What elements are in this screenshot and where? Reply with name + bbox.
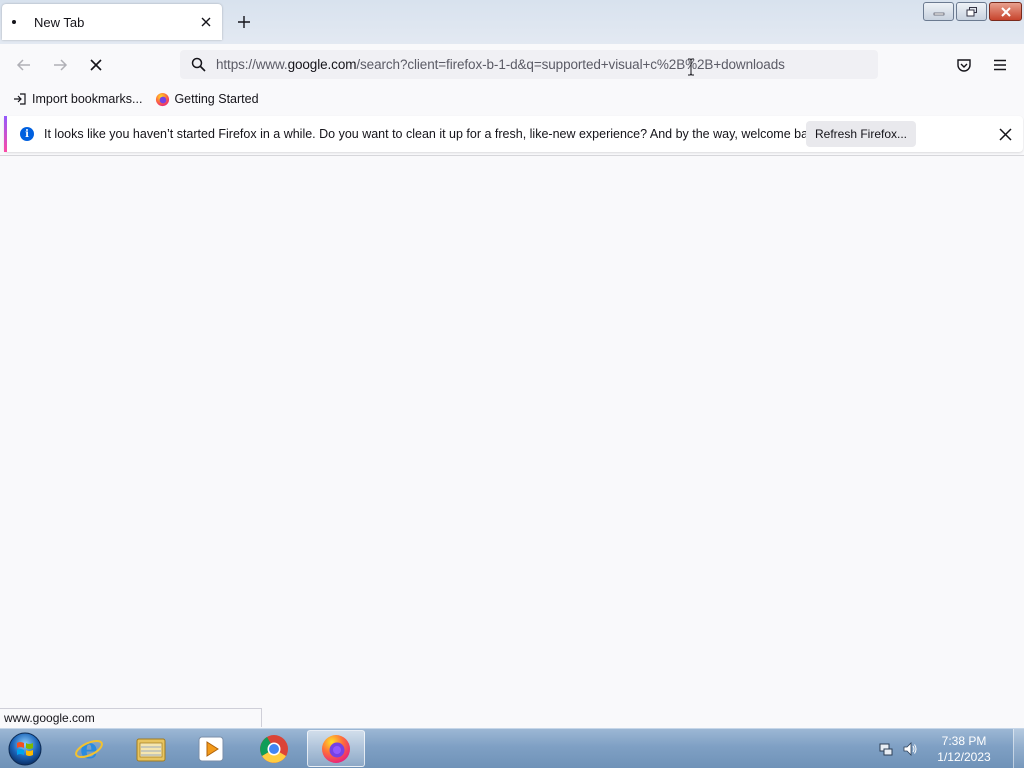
tab-loading-indicator — [12, 20, 16, 24]
info-icon: i — [20, 127, 34, 141]
taskbar-internet-explorer[interactable]: e — [60, 730, 118, 767]
volume-icon[interactable] — [901, 740, 919, 758]
taskbar: e 7:38 PM 1/12/2023 — [0, 728, 1024, 768]
new-tab-button[interactable] — [234, 12, 254, 32]
app-menu-button[interactable] — [989, 54, 1011, 76]
stop-button[interactable] — [85, 54, 107, 76]
back-arrow-icon — [16, 59, 30, 71]
clock-time: 7:38 PM — [941, 734, 987, 748]
show-desktop-button[interactable] — [1013, 729, 1024, 768]
screen: New Tab https://www.google.com/search?cl… — [0, 0, 1024, 768]
media-player-icon — [198, 736, 224, 761]
back-button[interactable] — [13, 54, 35, 76]
plus-icon — [238, 16, 250, 28]
folder-icon — [136, 738, 166, 761]
network-icon[interactable] — [877, 740, 895, 758]
refresh-notification-bar: i It looks like you haven’t started Fire… — [4, 116, 1023, 152]
system-tray: 7:38 PM 1/12/2023 — [877, 729, 1024, 768]
bookmarks-toolbar: Import bookmarks... Getting Started — [0, 85, 1024, 113]
start-button[interactable] — [5, 730, 45, 768]
minimize-icon — [933, 12, 944, 15]
status-panel: www.google.com — [0, 708, 262, 727]
taskbar-media-player[interactable] — [182, 730, 240, 767]
close-icon — [1000, 6, 1011, 17]
svg-text:e: e — [80, 733, 98, 765]
bookmark-getting-started[interactable]: Getting Started — [150, 88, 262, 110]
forward-button[interactable] — [49, 54, 71, 76]
taskbar-firefox[interactable] — [307, 730, 365, 767]
page-content[interactable] — [0, 156, 1024, 728]
hamburger-menu-icon — [994, 59, 1006, 71]
restore-button[interactable] — [956, 2, 987, 21]
system-clock[interactable]: 7:38 PM 1/12/2023 — [929, 733, 999, 765]
pocket-icon — [957, 59, 971, 72]
url-domain: google.com — [287, 57, 357, 72]
tab-new-tab[interactable]: New Tab — [2, 4, 222, 40]
firefox-icon — [154, 91, 170, 107]
search-icon — [189, 56, 207, 74]
tab-strip: New Tab — [0, 0, 1024, 44]
tab-title: New Tab — [34, 14, 85, 30]
window-controls — [923, 2, 1022, 21]
bookmark-import[interactable]: Import bookmarks... — [8, 88, 146, 110]
url-text[interactable]: https://www.google.com/search?client=fir… — [216, 57, 785, 72]
refresh-firefox-button[interactable]: Refresh Firefox... — [806, 121, 916, 147]
bookmark-label: Getting Started — [174, 92, 259, 106]
firefox-icon — [322, 734, 350, 763]
windows-start-icon — [8, 732, 42, 766]
url-prefix: https://www. — [216, 57, 288, 72]
stop-icon — [90, 59, 102, 71]
taskbar-chrome[interactable] — [245, 730, 303, 767]
bookmark-label: Import bookmarks... — [32, 92, 143, 106]
notification-close-icon[interactable] — [997, 126, 1013, 142]
pocket-button[interactable] — [953, 54, 975, 76]
taskbar-windows-explorer[interactable] — [122, 730, 180, 767]
import-icon — [12, 91, 28, 107]
address-bar[interactable]: https://www.google.com/search?client=fir… — [180, 50, 878, 79]
notification-message: It looks like you haven’t started Firefo… — [44, 127, 825, 141]
close-window-button[interactable] — [989, 2, 1022, 21]
minimize-button[interactable] — [923, 2, 954, 21]
url-path: /search?client=firefox-b-1-d&q=supported… — [356, 57, 785, 72]
navigation-toolbar: https://www.google.com/search?client=fir… — [0, 44, 1024, 85]
tab-close-icon[interactable] — [198, 14, 214, 30]
clock-date: 1/12/2023 — [937, 750, 991, 764]
restore-icon — [966, 6, 977, 16]
forward-arrow-icon — [54, 59, 68, 71]
chrome-icon — [260, 734, 288, 763]
ie-icon: e — [75, 733, 103, 765]
text-cursor-icon — [688, 58, 694, 76]
